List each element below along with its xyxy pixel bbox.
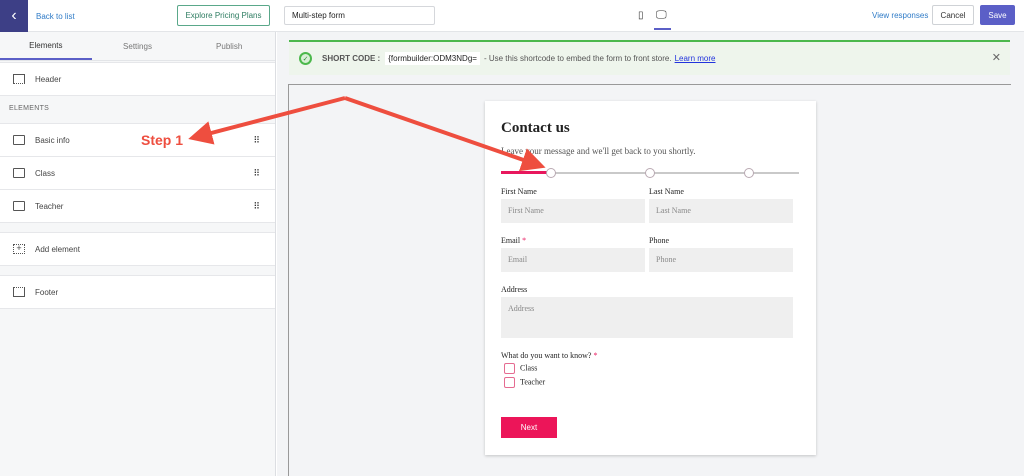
check-circle-icon: ✓ xyxy=(299,52,312,65)
drag-handle-icon[interactable]: ⠿ xyxy=(253,135,260,146)
checkbox[interactable] xyxy=(504,363,515,374)
element-item-teacher[interactable]: Teacher ⠿ xyxy=(0,189,275,223)
left-sidebar: Elements Settings Publish Header ELEMENT… xyxy=(0,32,276,476)
elements-section-label: ELEMENTS xyxy=(9,105,50,112)
header-label: Header xyxy=(35,74,62,84)
back-chevron-icon[interactable]: ‹ xyxy=(0,0,28,32)
tablet-icon[interactable]: ▯ xyxy=(638,10,644,21)
add-element-label: Add element xyxy=(35,244,80,254)
step-dot xyxy=(546,168,556,178)
step1-annotation: Step 1 xyxy=(141,132,184,148)
email-label-text: Email xyxy=(501,236,521,245)
form-card: Contact us Leave your message and we'll … xyxy=(485,101,816,455)
tab-publish[interactable]: Publish xyxy=(183,32,275,60)
last-name-input[interactable]: Last Name xyxy=(649,199,793,223)
view-responses-link[interactable]: View responses xyxy=(872,11,928,20)
option-teacher[interactable]: Teacher xyxy=(504,377,545,388)
element-label: Basic info xyxy=(35,135,70,145)
option-class[interactable]: Class xyxy=(504,363,537,374)
header-item[interactable]: Header xyxy=(0,62,275,96)
top-bar: ‹ Back to list Explore Pricing Plans ▯ 🖵… xyxy=(0,0,1024,32)
active-device-indicator xyxy=(654,28,671,30)
folder-icon xyxy=(13,135,25,145)
shortcode-banner: ✓ SHORT CODE : {formbuilder:ODM3NDg= - U… xyxy=(289,40,1010,75)
option-label: Teacher xyxy=(520,377,546,387)
element-label: Class xyxy=(35,168,56,178)
checkbox[interactable] xyxy=(504,377,515,388)
email-input[interactable]: Email xyxy=(501,248,645,272)
footer-item[interactable]: Footer xyxy=(0,275,275,309)
cancel-button[interactable]: Cancel xyxy=(932,5,974,25)
first-name-input[interactable]: First Name xyxy=(501,199,645,223)
add-icon: + xyxy=(13,244,25,254)
close-icon[interactable]: ✕ xyxy=(992,51,1001,64)
address-textarea[interactable]: Address xyxy=(501,297,793,338)
explore-pricing-button[interactable]: Explore Pricing Plans xyxy=(177,5,270,26)
question-text: What do you want to know? xyxy=(501,351,592,360)
shortcode-help: - Use this shortcode to embed the form t… xyxy=(483,54,672,63)
folder-icon xyxy=(13,201,25,211)
first-name-label: First Name xyxy=(501,187,537,196)
form-title: Contact us xyxy=(501,120,570,136)
form-subtitle: Leave your message and we'll get back to… xyxy=(501,146,696,156)
tab-elements[interactable]: Elements xyxy=(0,32,92,60)
required-mark: * xyxy=(593,351,598,360)
desktop-icon[interactable]: 🖵 xyxy=(656,9,667,22)
sidebar-tabs: Elements Settings Publish xyxy=(0,32,275,61)
step-dot xyxy=(744,168,754,178)
element-item-class[interactable]: Class ⠿ xyxy=(0,156,275,190)
element-item-basic-info[interactable]: Basic info ⠿ xyxy=(0,123,275,157)
shortcode-label: SHORT CODE : xyxy=(322,54,381,63)
phone-input[interactable]: Phone xyxy=(649,248,793,272)
progress-fill xyxy=(501,171,551,174)
back-to-list-link[interactable]: Back to list xyxy=(36,12,75,21)
footer-icon xyxy=(13,287,25,297)
add-element-button[interactable]: + Add element xyxy=(0,232,275,266)
folder-icon xyxy=(13,168,25,178)
next-button[interactable]: Next xyxy=(501,417,557,438)
learn-more-link[interactable]: Learn more xyxy=(675,54,716,63)
address-label: Address xyxy=(501,285,528,294)
save-button[interactable]: Save xyxy=(980,5,1015,25)
step-dot xyxy=(645,168,655,178)
email-label: Email * xyxy=(501,236,526,245)
phone-label: Phone xyxy=(649,236,669,245)
question-label: What do you want to know? * xyxy=(501,351,597,360)
form-name-input[interactable] xyxy=(284,6,435,25)
required-mark: * xyxy=(522,236,527,245)
drag-handle-icon[interactable]: ⠿ xyxy=(253,168,260,179)
drag-handle-icon[interactable]: ⠿ xyxy=(253,201,260,212)
option-label: Class xyxy=(520,363,538,373)
last-name-label: Last Name xyxy=(649,187,684,196)
header-icon xyxy=(13,74,25,84)
element-label: Teacher xyxy=(35,201,64,211)
shortcode-value[interactable]: {formbuilder:ODM3NDg= xyxy=(385,52,480,65)
footer-label: Footer xyxy=(35,287,59,297)
tab-settings[interactable]: Settings xyxy=(92,32,184,60)
